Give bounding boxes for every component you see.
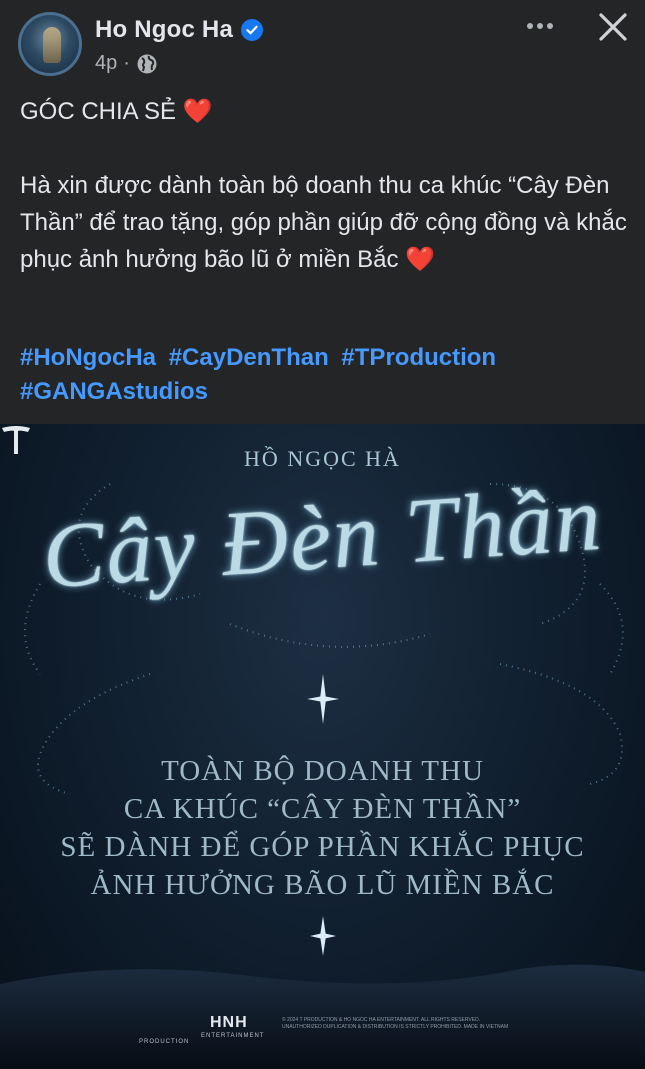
post-text: GÓC CHIA SẺ ❤️ Hà xin được dành toàn bộ … — [20, 93, 630, 278]
hnh-logo-subtitle: ENTERTAINMENT — [201, 1033, 265, 1039]
author-name-row: Ho Ngoc Ha — [95, 16, 264, 44]
more-dot — [527, 23, 533, 29]
poster-copyright: © 2024 T PRODUCTION & HO NGOC HA ENTERTA… — [282, 1017, 532, 1031]
post-body: Hà xin được dành toàn bộ doanh thu ca kh… — [20, 172, 627, 273]
close-icon[interactable] — [596, 10, 630, 44]
hashtag-link[interactable]: #GANGAstudios — [20, 378, 208, 405]
poster-message-line: TOÀN BỘ DOANH THU — [161, 755, 484, 787]
post-image[interactable]: HỒ NGỌC HÀ Cây Đèn Thần TOÀN BỘ DOANH TH… — [0, 424, 645, 1069]
author-avatar[interactable] — [18, 12, 82, 76]
poster-message-line: ẢNH HƯỞNG BÃO LŨ MIỀN BẮC — [90, 869, 555, 901]
more-options-icon[interactable] — [523, 14, 557, 38]
t-production-logo — [2, 426, 30, 454]
more-dot — [547, 23, 553, 29]
poster-message-line: SẼ DÀNH ĐỂ GÓP PHẦN KHẮC PHỤC — [60, 831, 585, 863]
avatar-figure — [43, 27, 61, 63]
hashtag-link[interactable]: #HoNgocHa — [20, 344, 156, 371]
globe-icon[interactable] — [136, 53, 158, 75]
post-header: Ho Ngoc Ha 4p · — [0, 0, 645, 90]
hashtag-link[interactable]: #CayDenThan — [169, 344, 329, 371]
post-meta: 4p · — [95, 52, 158, 75]
hashtag-link[interactable]: #TProduction — [341, 344, 496, 371]
more-dot — [537, 23, 543, 29]
hnh-logo: HNH — [210, 1014, 248, 1031]
copyright-line: © 2024 T PRODUCTION & HO NGOC HA ENTERTA… — [282, 1017, 481, 1023]
verified-badge-icon — [241, 19, 264, 41]
poster-message-line: CA KHÚC “CÂY ĐÈN THẦN” — [123, 793, 522, 825]
author-name[interactable]: Ho Ngoc Ha — [95, 16, 233, 44]
poster-message: TOÀN BỘ DOANH THU CA KHÚC “CÂY ĐÈN THẦN”… — [0, 752, 645, 904]
post-time[interactable]: 4p — [95, 52, 117, 75]
post-heading: GÓC CHIA SẺ ❤️ — [20, 98, 213, 125]
hashtag-list: #HoNgocHa #CayDenThan #TProduction #GANG… — [20, 341, 630, 409]
t-production-label: PRODUCTION — [139, 1039, 190, 1045]
meta-separator: · — [123, 52, 130, 74]
copyright-line: UNAUTHORIZED DUPLICATION & DISTRIBUTION … — [282, 1024, 509, 1030]
